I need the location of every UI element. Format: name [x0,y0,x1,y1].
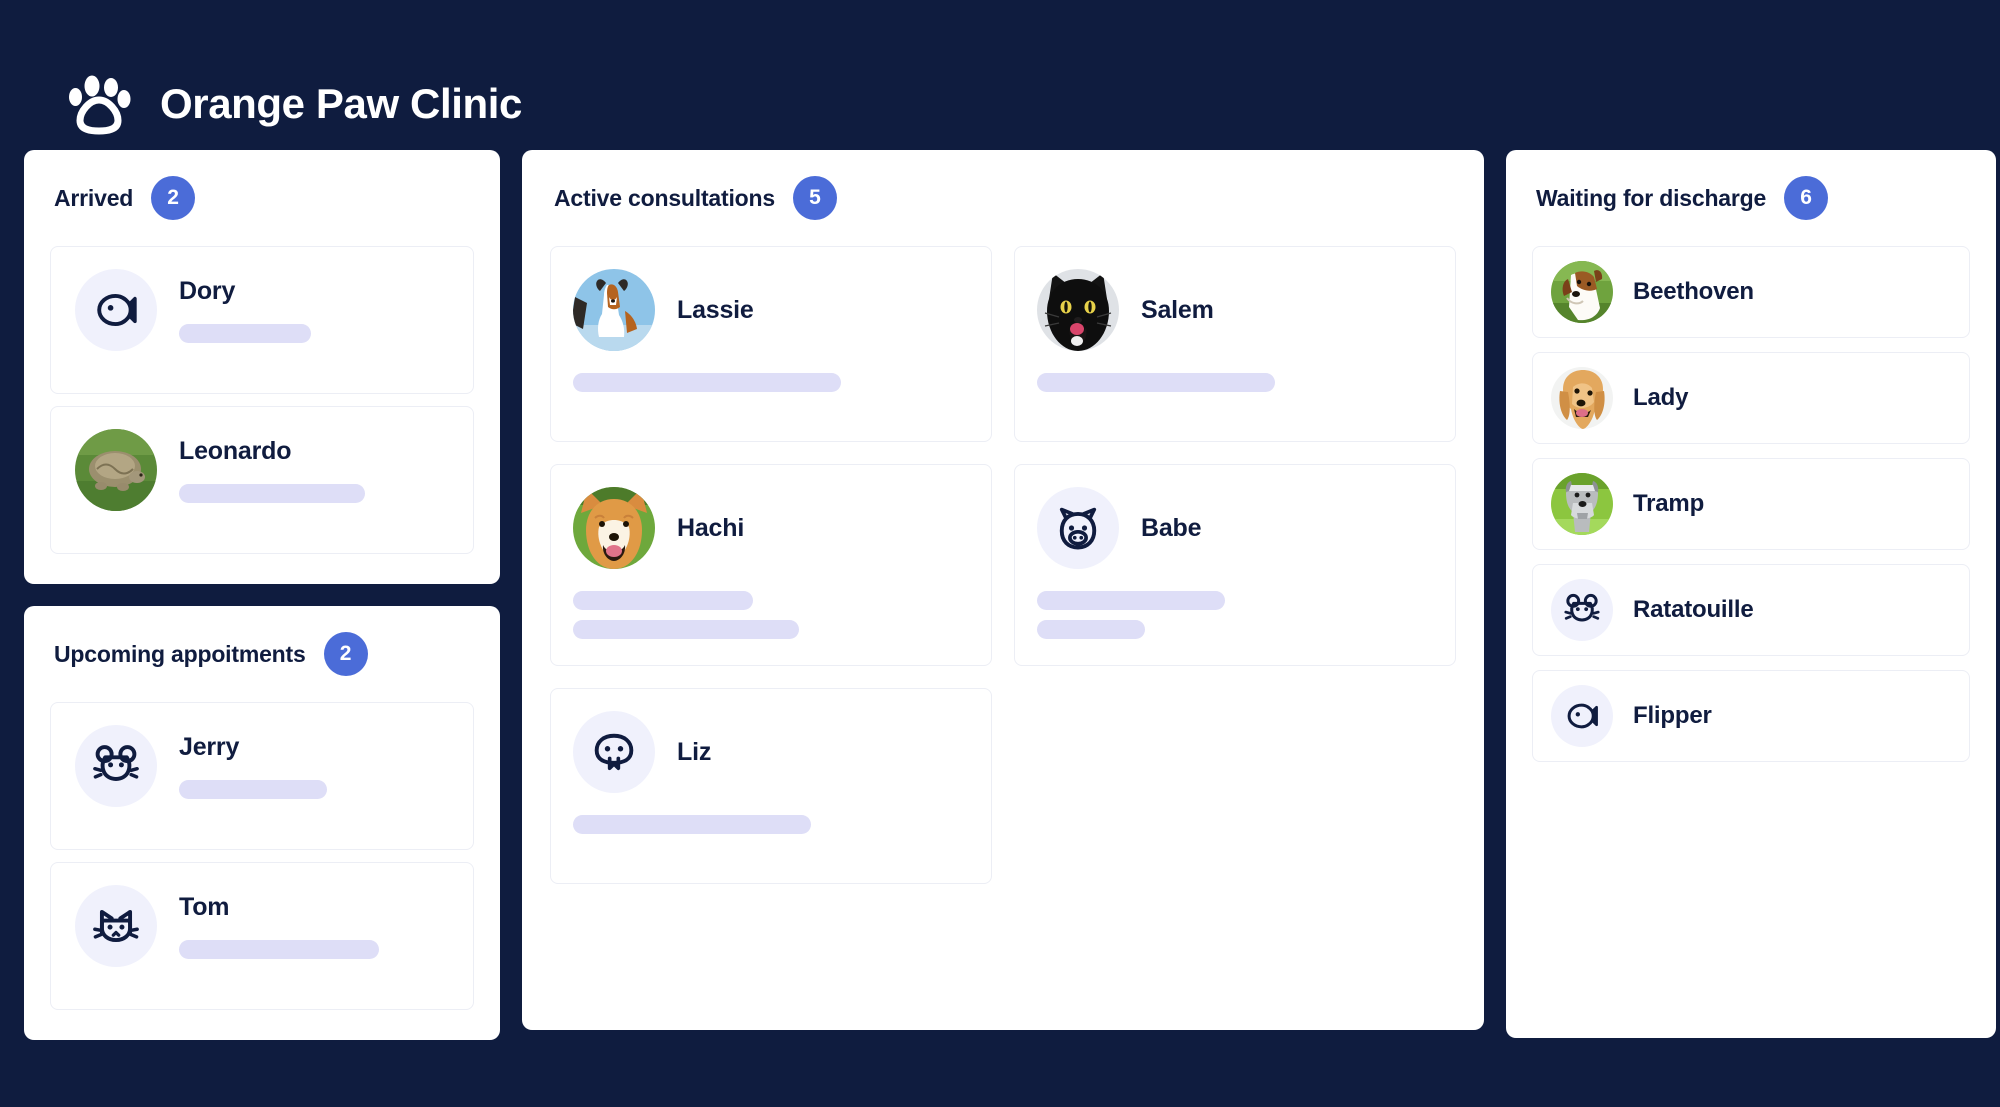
lizard-icon [594,733,634,771]
patient-name: Lady [1633,384,1689,411]
app-header: Orange Paw Clinic [0,0,2000,150]
count-badge-arrived: 2 [151,176,196,220]
avatar [1551,473,1613,535]
schnauzer-dog-photo [1551,473,1613,535]
list-item-lady[interactable]: Lady [1532,352,1970,444]
shiba-dog-photo [573,487,655,569]
fish-icon [97,293,137,327]
tortoise-photo [75,429,157,511]
count-badge-discharge: 6 [1784,176,1829,220]
patient-list-arrived: Dory Leonardo [50,246,474,554]
panel-title-upcoming: Upcoming appoitments [54,640,306,667]
list-item-ratatouille[interactable]: Ratatouille [1532,564,1970,656]
list-item-tramp[interactable]: Tramp [1532,458,1970,550]
patient-name: Flipper [1633,702,1712,729]
panel-header-active: Active consultations 5 [550,176,1456,220]
cat-icon [93,909,139,943]
patient-name: Lassie [677,295,754,324]
clinic-board: Arrived 2 Dory Leonardo Upcoming appoitm… [0,150,2000,1040]
panel-header-arrived: Arrived 2 [50,176,474,220]
patient-name: Ratatouille [1633,596,1754,623]
avatar [1551,261,1613,323]
consultation-card-lassie[interactable]: Lassie [550,246,992,442]
patient-card-dory[interactable]: Dory [50,246,474,394]
panel-header-discharge: Waiting for discharge 6 [1532,176,1970,220]
consultation-card-babe[interactable]: Babe [1014,464,1456,666]
avatar [1551,685,1613,747]
detail-placeholder-bar [573,620,799,639]
pig-icon [1059,507,1097,550]
patient-name: Tramp [1633,490,1705,517]
patient-card-jerry[interactable]: Jerry [50,702,474,850]
consultation-card-liz[interactable]: Liz [550,688,992,884]
detail-placeholder-bar [1037,591,1225,610]
detail-placeholder-bar [179,324,311,343]
patient-name: Beethoven [1633,278,1754,305]
avatar [573,269,655,351]
center-column: Active consultations 5 Lassie Salem Hach… [522,150,1484,1030]
detail-placeholder-bar [573,373,841,392]
fish-icon [1567,703,1598,729]
collie-dog-photo [573,269,655,351]
detail-placeholders [573,591,969,639]
panel-active-consultations: Active consultations 5 Lassie Salem Hach… [522,150,1484,1030]
avatar [1551,579,1613,641]
patient-list-upcoming: Jerry Tom [50,702,474,1010]
paw-icon [69,75,131,135]
patient-name: Liz [677,737,712,766]
detail-placeholders [1037,591,1433,639]
avatar [1551,367,1613,429]
rat-icon [1564,593,1600,622]
left-column: Arrived 2 Dory Leonardo Upcoming appoitm… [24,150,500,1040]
detail-placeholder-bar [179,484,365,503]
detail-placeholders [1037,373,1433,392]
patient-name: Salem [1141,295,1214,324]
panel-upcoming-appointments: Upcoming appoitments 2 Jerry Tom [24,606,500,1040]
detail-placeholders [573,815,969,834]
panel-title-active: Active consultations [554,184,775,211]
count-badge-upcoming: 2 [323,632,368,676]
panel-title-discharge: Waiting for discharge [1536,184,1767,211]
panel-title-arrived: Arrived [54,184,134,211]
count-badge-active: 5 [792,176,837,220]
black-cat-photo [1037,269,1119,351]
avatar [573,711,655,793]
avatar [75,725,157,807]
stbernard-dog-photo [1551,261,1613,323]
consultation-grid: Lassie Salem Hachi Babe Liz [550,246,1456,884]
avatar [1037,487,1119,569]
patient-name: Hachi [677,513,745,542]
consultation-card-salem[interactable]: Salem [1014,246,1456,442]
avatar [75,429,157,511]
patient-name: Leonardo [179,437,292,465]
consultation-card-hachi[interactable]: Hachi [550,464,992,666]
detail-placeholder-bar [179,780,327,799]
panel-arrived: Arrived 2 Dory Leonardo [24,150,500,584]
patient-name: Babe [1141,513,1202,542]
avatar [1037,269,1119,351]
patient-name: Jerry [179,733,240,761]
cocker-spaniel-photo [1551,367,1613,429]
patient-card-tom[interactable]: Tom [50,862,474,1010]
detail-placeholder-bar [1037,620,1145,639]
right-column: Waiting for discharge 6 Beethoven Lady T… [1506,150,1996,1038]
mouse-icon [93,745,139,781]
discharge-list: Beethoven Lady Tramp Ratatouille Flipper [1532,246,1970,762]
patient-name: Tom [179,893,230,921]
list-item-flipper[interactable]: Flipper [1532,670,1970,762]
patient-card-leonardo[interactable]: Leonardo [50,406,474,554]
detail-placeholder-bar [1037,373,1275,392]
detail-placeholder-bar [573,591,753,610]
list-item-beethoven[interactable]: Beethoven [1532,246,1970,338]
patient-name: Dory [179,277,236,305]
detail-placeholders [573,373,969,392]
panel-header-upcoming: Upcoming appoitments 2 [50,632,474,676]
detail-placeholder-bar [179,940,379,959]
avatar [75,269,157,351]
avatar [75,885,157,967]
detail-placeholder-bar [573,815,811,834]
avatar [573,487,655,569]
panel-waiting-for-discharge: Waiting for discharge 6 Beethoven Lady T… [1506,150,1996,1038]
page-title: Orange Paw Clinic [160,80,522,127]
